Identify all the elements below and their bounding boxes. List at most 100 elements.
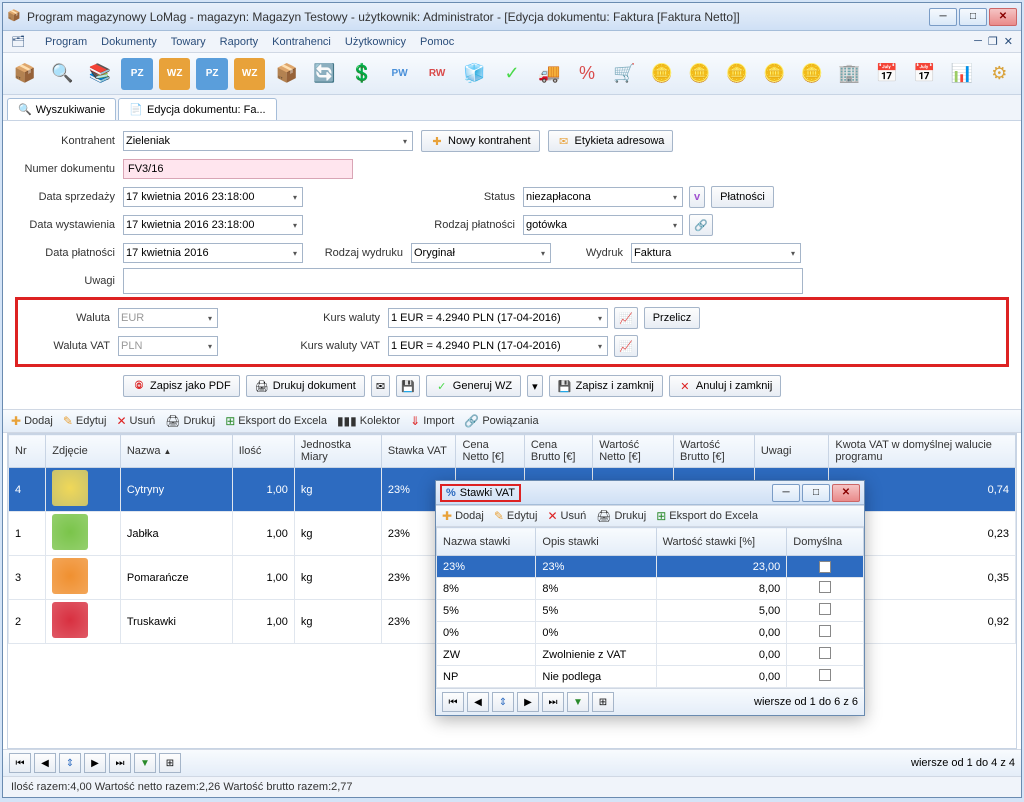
menu-raporty[interactable]: Raporty — [220, 36, 259, 48]
popup-drukuj[interactable]: 🖨Drukuj — [596, 509, 646, 523]
pnav-last[interactable]: ⏭ — [542, 692, 564, 712]
search-box-icon[interactable]: 🔍 — [46, 58, 77, 90]
grid-header[interactable]: Cena Brutto [€] — [524, 435, 592, 468]
status-select[interactable]: niezapłacona — [523, 187, 683, 207]
usun-button[interactable]: ✕Usuń — [116, 414, 155, 428]
popup-row[interactable]: ZWZwolnienie z VAT0,00 — [437, 644, 864, 666]
box2-icon[interactable]: 📦 — [271, 58, 302, 90]
drukuj-button[interactable]: 🖨Drukuj dokument — [246, 375, 365, 397]
popup-row[interactable]: NPNie podlega0,00 — [437, 666, 864, 688]
close-button[interactable]: ✕ — [989, 8, 1017, 26]
uwagi-input[interactable] — [123, 268, 803, 294]
cube-icon[interactable]: 🧊 — [459, 58, 490, 90]
grid-header[interactable]: Nr — [9, 435, 46, 468]
kolektor-button[interactable]: ▮▮▮Kolektor — [337, 414, 400, 428]
tab-edycja-dokumentu[interactable]: 📄 Edycja dokumentu: Fa... — [118, 98, 276, 120]
numer-input[interactable] — [123, 159, 353, 179]
data-sprzedazy-picker[interactable]: 17 kwietnia 2016 23:18:00 — [123, 187, 303, 207]
kurs-waluty-vat-select[interactable]: 1 EUR = 4.2940 PLN (17-04-2016) — [388, 336, 608, 356]
pnav-next[interactable]: ▶ — [517, 692, 539, 712]
nav-last[interactable]: ⏭ — [109, 753, 131, 773]
popup-usun[interactable]: ✕Usuń — [547, 509, 586, 523]
nav-filter[interactable]: ▼ — [134, 753, 156, 773]
nowy-kontrahent-button[interactable]: ✚Nowy kontrahent — [421, 130, 540, 152]
rodzaj-wydruku-select[interactable]: Oryginał — [411, 243, 551, 263]
rw-icon[interactable]: RW — [421, 58, 452, 90]
wz-dropdown[interactable]: ▾ — [527, 375, 543, 397]
tab-wyszukiwanie[interactable]: 🔍 Wyszukiwanie — [7, 98, 116, 120]
grid-header[interactable]: Ilość — [232, 435, 294, 468]
popup-minimize[interactable]: ─ — [772, 484, 800, 502]
popup-header[interactable]: Wartość stawki [%] — [656, 528, 787, 556]
pz-icon[interactable]: PZ — [121, 58, 152, 90]
popup-header[interactable]: Nazwa stawki — [437, 528, 536, 556]
coins1-icon[interactable]: 🪙 — [646, 58, 677, 90]
data-platnosci-picker[interactable]: 17 kwietnia 2016 — [123, 243, 303, 263]
pnav-prev[interactable]: ◀ — [467, 692, 489, 712]
zapisz-zamknij-button[interactable]: 💾Zapisz i zamknij — [549, 375, 663, 397]
nav-first[interactable]: ⏮ — [9, 753, 31, 773]
nav-updown[interactable]: ⇕ — [59, 753, 81, 773]
popup-edytuj[interactable]: ✎Edytuj — [494, 509, 538, 523]
menu-dokumenty[interactable]: Dokumenty — [101, 36, 157, 48]
popup-header[interactable]: Domyślna — [787, 528, 864, 556]
cart-icon[interactable]: 🛒 — [609, 58, 640, 90]
gear-icon[interactable]: ⚙ — [984, 58, 1015, 90]
pnav-filter[interactable]: ▼ — [567, 692, 589, 712]
kontrahent-select[interactable]: Zieleniak — [123, 131, 413, 151]
popup-eksport[interactable]: ⊞Eksport do Excela — [656, 509, 758, 523]
menu-kontrahenci[interactable]: Kontrahenci — [272, 36, 331, 48]
popup-close[interactable]: ✕ — [832, 484, 860, 502]
pzk-icon[interactable]: PZ — [196, 58, 227, 90]
chart-icon[interactable]: 📊 — [946, 58, 977, 90]
kurs-icon-button[interactable]: 📈 — [614, 307, 638, 329]
grid-header[interactable]: Uwagi — [754, 435, 829, 468]
eksport-button[interactable]: ⊞Eksport do Excela — [225, 414, 327, 428]
menu-uzytkownicy[interactable]: Użytkownicy — [345, 36, 406, 48]
etykieta-button[interactable]: ✉Etykieta adresowa — [548, 130, 674, 152]
waluta-vat-select[interactable]: PLN — [118, 336, 218, 356]
menu-pomoc[interactable]: Pomoc — [420, 36, 454, 48]
wydruk-select[interactable]: Faktura — [631, 243, 801, 263]
popup-row[interactable]: 23%23%23,00✓ — [437, 556, 864, 578]
dodaj-button[interactable]: ✚Dodaj — [11, 414, 53, 428]
save-button[interactable]: 💾 — [396, 375, 420, 397]
data-wystawienia-picker[interactable]: 17 kwietnia 2016 23:18:00 — [123, 215, 303, 235]
grid-header[interactable]: Nazwa ▲ — [120, 435, 232, 468]
percent-icon[interactable]: % — [571, 58, 602, 90]
grid-header[interactable]: Kwota VAT w domyślnej walucie programu — [829, 435, 1016, 468]
mdi-restore[interactable]: ❐ — [988, 35, 998, 48]
nav-config[interactable]: ⊞ — [159, 753, 181, 773]
pnav-updown[interactable]: ⇕ — [492, 692, 514, 712]
edytuj-button[interactable]: ✎Edytuj — [63, 414, 107, 428]
grid-header[interactable]: Jednostka Miary — [294, 435, 381, 468]
kurs-waluty-select[interactable]: 1 EUR = 4.2940 PLN (17-04-2016) — [388, 308, 608, 328]
grid-header[interactable]: Zdjęcie — [46, 435, 121, 468]
coins2-icon[interactable]: 🪙 — [684, 58, 715, 90]
truck-icon[interactable]: 🚚 — [534, 58, 565, 90]
menu-towary[interactable]: Towary — [171, 36, 206, 48]
box-icon[interactable]: 📦 — [9, 58, 40, 90]
przelicz-button[interactable]: Przelicz — [644, 307, 701, 329]
grid-header[interactable]: Stawka VAT — [381, 435, 456, 468]
nav-prev[interactable]: ◀ — [34, 753, 56, 773]
status-icon-button[interactable]: v — [689, 186, 705, 208]
popup-maximize[interactable]: □ — [802, 484, 830, 502]
generuj-wz-button[interactable]: ✓Generuj WZ — [426, 375, 521, 397]
waluta-select[interactable]: EUR — [118, 308, 218, 328]
pnav-first[interactable]: ⏮ — [442, 692, 464, 712]
popup-dodaj[interactable]: ✚Dodaj — [442, 509, 484, 523]
grid-header[interactable]: Wartość Brutto [€] — [674, 435, 755, 468]
import-button[interactable]: ⇓Import — [410, 414, 454, 428]
mdi-minimize[interactable]: ─ — [974, 35, 982, 48]
money-icon[interactable]: 💲 — [346, 58, 377, 90]
building-icon[interactable]: 🏢 — [834, 58, 865, 90]
boxes-icon[interactable]: 📚 — [84, 58, 115, 90]
platnosci-button[interactable]: Płatności — [711, 186, 774, 208]
powiazania-button[interactable]: 🔗Powiązania — [464, 414, 538, 428]
nav-next[interactable]: ▶ — [84, 753, 106, 773]
rodzaj-icon-button[interactable]: 🔗 — [689, 214, 713, 236]
popup-row[interactable]: 0%0%0,00 — [437, 622, 864, 644]
coins3-icon[interactable]: 🪙 — [721, 58, 752, 90]
calendar2-icon[interactable]: 📅 — [909, 58, 940, 90]
